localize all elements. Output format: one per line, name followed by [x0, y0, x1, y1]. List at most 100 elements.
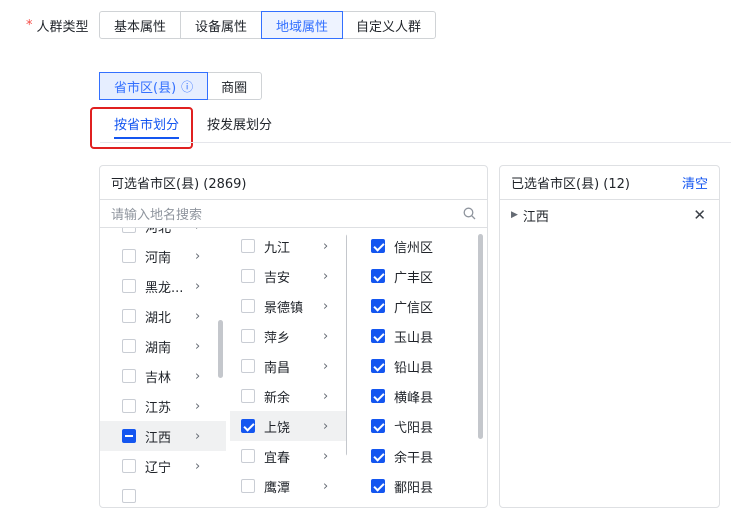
city-item[interactable]: 宜春 ›	[230, 441, 347, 471]
chevron-right-icon: ›	[195, 368, 201, 384]
checkbox[interactable]	[122, 459, 136, 473]
selected-item[interactable]: ▶ 江西 ✕	[500, 200, 719, 230]
search-icon[interactable]	[463, 207, 476, 220]
checkbox-checked[interactable]	[371, 419, 385, 433]
close-icon[interactable]: ✕	[693, 206, 706, 224]
province-label: 辽宁	[145, 460, 172, 476]
district-item[interactable]: 余干县	[358, 441, 487, 471]
checkbox[interactable]	[122, 369, 136, 383]
city-label: 九江	[264, 240, 291, 256]
crowd-type-selector: 基本属性 设备属性 地域属性 自定义人群	[99, 11, 437, 39]
city-item[interactable]: 萍乡 ›	[230, 321, 347, 351]
scrollbar[interactable]	[218, 320, 223, 378]
checkbox-checked[interactable]	[241, 419, 255, 433]
checkbox[interactable]	[122, 279, 136, 293]
city-item[interactable]: 鹰潭 ›	[230, 471, 347, 501]
chevron-right-icon: ›	[323, 478, 329, 494]
city-label: 新余	[264, 390, 291, 406]
city-item[interactable]: 新余 ›	[230, 381, 347, 411]
province-item[interactable]	[100, 481, 226, 507]
checkbox[interactable]	[241, 359, 255, 373]
checkbox[interactable]	[241, 329, 255, 343]
city-item[interactable]: 吉安 ›	[230, 261, 347, 291]
checkbox-indeterminate[interactable]	[122, 429, 136, 443]
province-item[interactable]: 湖南 ›	[100, 331, 226, 361]
chevron-right-icon: ›	[195, 398, 201, 414]
checkbox[interactable]	[241, 269, 255, 283]
district-label: 广丰区	[394, 270, 434, 286]
checkbox-checked[interactable]	[371, 239, 385, 253]
checkbox[interactable]	[122, 309, 136, 323]
type-option-device[interactable]: 设备属性	[181, 12, 263, 38]
region-mode-district[interactable]: 省市区(县) ⓘ	[99, 72, 209, 100]
region-mode-district-label: 省市区(县)	[114, 80, 177, 96]
checkbox[interactable]	[241, 299, 255, 313]
checkbox-checked[interactable]	[371, 299, 385, 313]
checkbox-checked[interactable]	[371, 449, 385, 463]
province-column: 河北 › 河南 › 黑龙... › 湖北 › 湖南 › 吉林 › 江苏 › 江西 › 辽宁 ›	[100, 228, 226, 507]
province-item[interactable]: 河南 ›	[100, 241, 226, 271]
checkbox-checked[interactable]	[371, 329, 385, 343]
district-item[interactable]: 玉山县	[358, 321, 487, 351]
province-label: 吉林	[145, 370, 172, 386]
type-option-basic[interactable]: 基本属性	[100, 12, 182, 38]
chevron-right-icon: ›	[195, 248, 201, 264]
chevron-right-icon: ›	[323, 388, 329, 404]
info-icon[interactable]: ⓘ	[181, 78, 193, 95]
checkbox-checked[interactable]	[371, 479, 385, 493]
city-item[interactable]: 九江 ›	[230, 231, 347, 261]
district-item[interactable]: 弋阳县	[358, 411, 487, 441]
district-item[interactable]: 铅山县	[358, 351, 487, 381]
selected-panel: 已选省市区(县) (12) 清空 ▶ 江西 ✕	[499, 165, 720, 508]
district-item[interactable]: 横峰县	[358, 381, 487, 411]
checkbox[interactable]	[122, 249, 136, 263]
selectable-header: 可选省市区(县) (2869)	[100, 166, 487, 200]
checkbox[interactable]	[241, 239, 255, 253]
checkbox[interactable]	[122, 489, 136, 503]
checkbox[interactable]	[241, 449, 255, 463]
checkbox[interactable]	[122, 399, 136, 413]
district-item[interactable]: 广信区	[358, 291, 487, 321]
city-label: 上饶	[264, 420, 291, 436]
city-label: 宜春	[264, 450, 291, 466]
search-input[interactable]: 请输入地名搜索	[100, 200, 487, 228]
district-item[interactable]: 信州区	[358, 231, 487, 261]
district-item[interactable]: 广丰区	[358, 261, 487, 291]
province-label: 江苏	[145, 400, 172, 416]
district-item[interactable]: 鄱阳县	[358, 471, 487, 501]
checkbox[interactable]	[122, 228, 136, 233]
checkbox[interactable]	[241, 479, 255, 493]
scrollbar[interactable]	[478, 234, 483, 439]
city-item[interactable]: 景德镇 ›	[230, 291, 347, 321]
checkbox-checked[interactable]	[371, 359, 385, 373]
province-item-selected[interactable]: 江西 ›	[100, 421, 226, 451]
clear-button[interactable]: 清空	[682, 173, 708, 192]
selectable-panel: 可选省市区(县) (2869) 请输入地名搜索 河北 › 河南 › 黑龙... › 湖…	[99, 165, 488, 508]
selected-title: 已选省市区(县) (12)	[511, 177, 630, 192]
type-option-custom[interactable]: 自定义人群	[342, 12, 435, 38]
scrollbar[interactable]	[346, 234, 347, 456]
province-item[interactable]: 河北 ›	[100, 228, 226, 241]
province-item[interactable]: 辽宁 ›	[100, 451, 226, 481]
province-item[interactable]: 黑龙... ›	[100, 271, 226, 301]
expand-caret-icon[interactable]: ▶	[511, 210, 518, 220]
selected-header: 已选省市区(县) (12) 清空	[500, 166, 719, 200]
search-placeholder: 请输入地名搜索	[111, 208, 203, 223]
province-item[interactable]: 吉林 ›	[100, 361, 226, 391]
province-label: 江西	[145, 430, 172, 446]
city-item-selected[interactable]: 上饶 ›	[230, 411, 347, 441]
checkbox[interactable]	[122, 339, 136, 353]
checkbox-checked[interactable]	[371, 269, 385, 283]
province-item[interactable]: 湖北 ›	[100, 301, 226, 331]
chevron-right-icon: ›	[195, 458, 201, 474]
checkbox[interactable]	[241, 389, 255, 403]
selectable-title: 可选省市区(县) (2869)	[111, 177, 247, 192]
checkbox-checked[interactable]	[371, 389, 385, 403]
province-label: 黑龙...	[145, 280, 184, 296]
type-option-region[interactable]: 地域属性	[261, 11, 344, 39]
tab-by-development[interactable]: 按发展划分	[193, 107, 286, 139]
province-item[interactable]: 江苏 ›	[100, 391, 226, 421]
city-item[interactable]: 南昌 ›	[230, 351, 347, 381]
region-mode-business[interactable]: 商圈	[207, 73, 261, 99]
district-label: 信州区	[394, 240, 434, 256]
